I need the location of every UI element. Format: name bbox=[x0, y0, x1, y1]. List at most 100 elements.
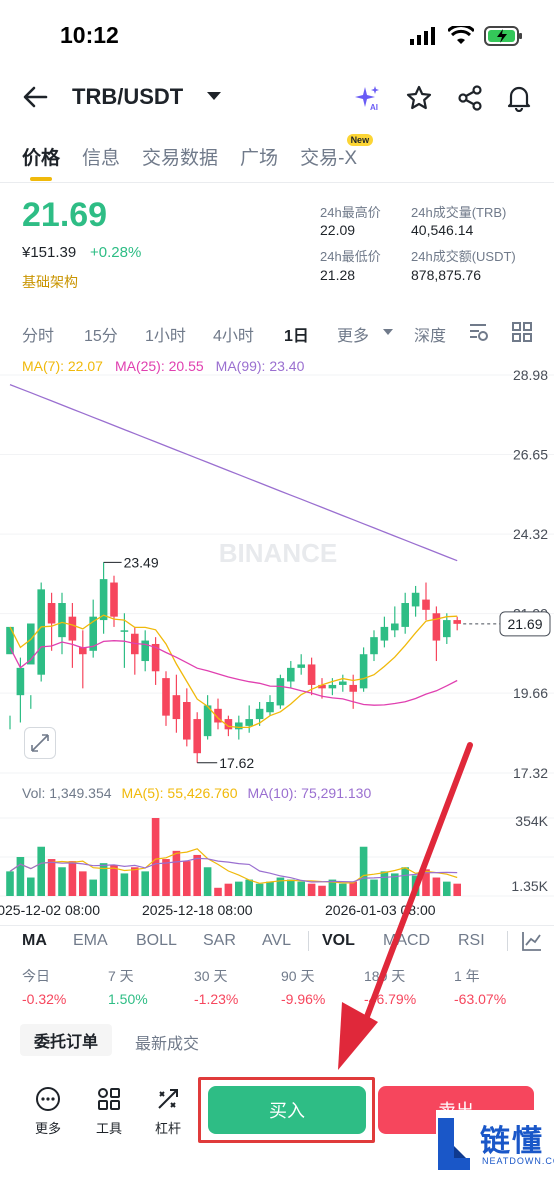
volume-bar bbox=[110, 865, 118, 896]
volume-bar bbox=[297, 881, 305, 896]
category-tag[interactable]: 基础架构 bbox=[22, 272, 78, 292]
candle-body bbox=[432, 613, 441, 641]
perf-30d-value: -1.23% bbox=[194, 991, 239, 1007]
svg-text:AI: AI bbox=[370, 103, 378, 112]
volume-bar bbox=[141, 871, 149, 896]
volume-bar bbox=[224, 883, 233, 896]
chevron-down-icon[interactable] bbox=[207, 92, 221, 100]
last-price-badge-text: 21.69 bbox=[507, 616, 542, 632]
chart-settings-icon[interactable] bbox=[468, 321, 490, 343]
more-dots-icon bbox=[36, 1087, 60, 1111]
buy-button[interactable]: 买入 bbox=[208, 1086, 366, 1134]
tab-info[interactable]: 信息 bbox=[82, 143, 120, 170]
tab-trading-data[interactable]: 交易数据 bbox=[142, 143, 218, 170]
perf-7d-value: 1.50% bbox=[108, 991, 148, 1007]
watermark-sub: NEATDOWN.COM bbox=[482, 1156, 554, 1166]
ind-avl[interactable]: AVL bbox=[262, 932, 291, 950]
volume-bar bbox=[89, 879, 97, 896]
status-icons bbox=[410, 24, 524, 48]
candle-body bbox=[411, 592, 420, 607]
tf-time[interactable]: 分时 bbox=[22, 322, 54, 346]
site-watermark: 链懂 NEATDOWN.COM bbox=[436, 1110, 554, 1177]
share-icon[interactable] bbox=[456, 84, 484, 112]
candle-body bbox=[235, 722, 243, 730]
tab-open-orders[interactable]: 委托订单 bbox=[20, 1024, 112, 1056]
candle-body bbox=[339, 681, 347, 685]
tab-trade-x-label: 交易-X bbox=[300, 148, 358, 169]
fullscreen-button[interactable] bbox=[24, 727, 56, 759]
candle-body bbox=[287, 667, 295, 682]
volume-bar bbox=[307, 883, 316, 896]
more-button[interactable]: 更多 bbox=[28, 1086, 68, 1137]
candle-body bbox=[380, 626, 389, 641]
perf-90d-label: 90 天 bbox=[281, 968, 315, 984]
stat-high-value: 22.09 bbox=[320, 222, 356, 238]
price-axis-label: 17.32 bbox=[513, 765, 548, 781]
layout-grid-icon[interactable] bbox=[511, 321, 533, 343]
tf-15m[interactable]: 15分 bbox=[84, 322, 118, 346]
price-axis-label: 28.98 bbox=[513, 367, 548, 383]
candle-body bbox=[307, 664, 316, 685]
volume-bar bbox=[287, 879, 295, 896]
tab-trade-x[interactable]: 交易-X New bbox=[300, 134, 374, 170]
signal-icon bbox=[410, 27, 435, 45]
stat-low-value: 21.28 bbox=[320, 267, 356, 283]
candle-body bbox=[183, 702, 191, 740]
candle-body bbox=[47, 603, 56, 624]
tf-depth[interactable]: 深度 bbox=[414, 322, 446, 346]
candle-body bbox=[370, 637, 378, 655]
price-axis-label: 19.66 bbox=[513, 685, 548, 701]
tf-1h[interactable]: 1小时 bbox=[145, 322, 186, 346]
tf-1d[interactable]: 1日 bbox=[284, 322, 309, 346]
tab-square[interactable]: 广场 bbox=[240, 143, 278, 170]
volume-bar bbox=[203, 867, 212, 896]
volume-bar bbox=[16, 857, 25, 896]
perf-today-label: 今日 bbox=[22, 968, 50, 984]
candle-body bbox=[266, 702, 274, 713]
bell-icon[interactable] bbox=[505, 84, 533, 112]
ind-boll[interactable]: BOLL bbox=[136, 932, 177, 950]
volume-bar bbox=[47, 859, 56, 896]
leverage-icon bbox=[158, 1089, 178, 1109]
perf-today-value: -0.32% bbox=[22, 991, 67, 1007]
ma7-line bbox=[9, 614, 458, 729]
ind-sar[interactable]: SAR bbox=[203, 932, 236, 950]
high-marker: 23.49 bbox=[124, 554, 159, 570]
tools-button[interactable]: 工具 bbox=[89, 1086, 129, 1137]
candle-body bbox=[68, 616, 77, 641]
watermark-text: 链懂 bbox=[480, 1125, 544, 1158]
back-arrow-icon[interactable] bbox=[20, 82, 50, 112]
tab-latest-trades[interactable]: 最新成交 bbox=[135, 1030, 199, 1054]
tf-4h[interactable]: 4小时 bbox=[213, 322, 254, 346]
price-cny: ¥151.39 bbox=[22, 244, 77, 261]
volume-bar bbox=[172, 850, 181, 896]
indicator-settings-icon[interactable] bbox=[520, 929, 544, 953]
tf-more[interactable]: 更多 bbox=[337, 322, 369, 346]
tab-price[interactable]: 价格 bbox=[22, 143, 60, 181]
volume-bar bbox=[37, 846, 45, 896]
star-icon[interactable] bbox=[405, 84, 433, 112]
price-change: +0.28% bbox=[90, 244, 142, 261]
tools-grid-icon bbox=[98, 1088, 120, 1110]
volume-bar bbox=[58, 867, 66, 896]
pair-title[interactable]: TRB/USDT bbox=[72, 84, 183, 110]
status-time: 10:12 bbox=[60, 22, 119, 48]
candle-body bbox=[120, 630, 129, 632]
ma25-line bbox=[9, 640, 458, 706]
volume-bar bbox=[162, 859, 170, 896]
stat-vol-label: 24h成交量(TRB) bbox=[411, 205, 507, 220]
volume-bar bbox=[245, 879, 253, 896]
volume-bar bbox=[235, 881, 243, 896]
main-tabs: 价格 信息 交易数据 广场 交易-X New bbox=[22, 134, 374, 181]
candle-body bbox=[16, 667, 25, 696]
leverage-button[interactable]: 杠杆 bbox=[148, 1086, 188, 1137]
ind-ema[interactable]: EMA bbox=[73, 932, 108, 950]
ind-ma[interactable]: MA bbox=[22, 932, 47, 950]
ai-sparkle-icon[interactable]: AI bbox=[354, 84, 382, 112]
candle-body bbox=[255, 708, 264, 720]
divider bbox=[507, 931, 508, 951]
candle-body bbox=[359, 654, 368, 689]
leverage-label: 杠杆 bbox=[154, 1121, 181, 1136]
volume-bar bbox=[266, 881, 274, 896]
stat-high-label: 24h最高价 bbox=[320, 205, 381, 220]
